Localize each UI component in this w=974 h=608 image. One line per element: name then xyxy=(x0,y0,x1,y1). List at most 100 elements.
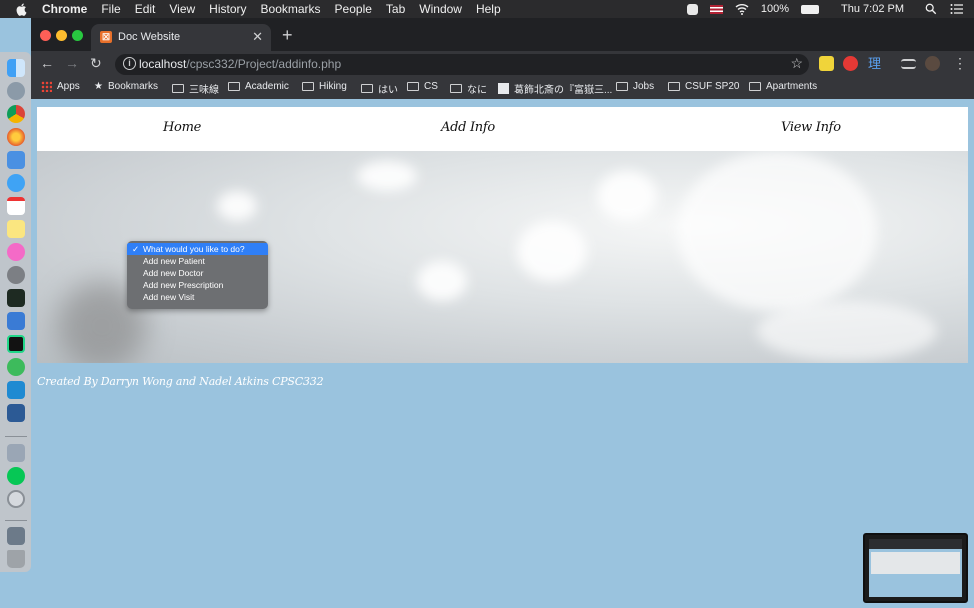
media-control-icon[interactable] xyxy=(901,59,916,69)
macos-menu-bar: Chrome File Edit View History Bookmarks … xyxy=(0,0,974,18)
disk-utility-icon[interactable] xyxy=(7,490,25,508)
dock xyxy=(0,52,31,572)
bookmark-folder[interactable]: CSUF SP20 xyxy=(668,81,739,92)
bookmark-folder[interactable]: Jobs xyxy=(616,81,654,92)
profile-avatar[interactable] xyxy=(925,56,940,71)
chrome-menu-icon[interactable]: ⋮ xyxy=(953,55,967,72)
vscode-icon[interactable] xyxy=(7,381,25,399)
zoom-window-button[interactable] xyxy=(72,30,83,41)
dropdown-option-patient[interactable]: Add new Patient xyxy=(127,255,268,267)
line-icon[interactable] xyxy=(7,467,25,485)
dropdown-option-prescription[interactable]: Add new Prescription xyxy=(127,279,268,291)
light-blob xyxy=(677,151,877,311)
bookmark-apps[interactable]: Apps xyxy=(41,81,80,92)
nav-view-info-link[interactable]: View Info xyxy=(781,120,841,135)
forward-button[interactable]: → xyxy=(65,55,79,71)
us-flag-icon[interactable] xyxy=(709,4,723,14)
clock[interactable]: Thu 7:02 PM xyxy=(841,3,904,15)
calendar-icon[interactable] xyxy=(7,197,25,215)
bookmark-folder[interactable]: Academic xyxy=(228,81,289,92)
menu-tab[interactable]: Tab xyxy=(386,2,405,16)
notes-icon[interactable] xyxy=(7,220,25,238)
dropdown-option-doctor[interactable]: Add new Doctor xyxy=(127,267,268,279)
menu-people[interactable]: People xyxy=(335,2,372,16)
url-text[interactable]: localhost/cpsc332/Project/addinfo.php xyxy=(139,57,341,71)
firefox-icon[interactable] xyxy=(7,128,25,146)
notification-center-icon[interactable] xyxy=(950,3,964,15)
virtualbox-icon[interactable] xyxy=(7,404,25,422)
menu-view[interactable]: View xyxy=(169,2,195,16)
menu-app-name[interactable]: Chrome xyxy=(42,2,87,16)
bookmark-folder[interactable]: Hiking xyxy=(302,81,347,92)
downloads-icon[interactable] xyxy=(7,527,25,545)
itunes-icon[interactable] xyxy=(7,243,25,261)
line-status-icon[interactable] xyxy=(686,3,698,15)
chrome-icon[interactable] xyxy=(7,105,25,123)
dock-separator xyxy=(5,436,27,437)
activity-monitor-icon[interactable] xyxy=(7,289,25,307)
browser-toolbar: ← → ↻ i localhost/cpsc332/Project/addinf… xyxy=(31,51,974,77)
xampp-favicon-icon: ☒ xyxy=(100,31,112,43)
footer-credits: Created By Darryn Wong and Nadel Atkins … xyxy=(37,375,324,388)
pycharm-icon[interactable] xyxy=(7,335,25,353)
system-preferences-icon[interactable] xyxy=(7,266,25,284)
extension-adblock-icon[interactable] xyxy=(843,56,858,71)
address-bar[interactable]: i localhost/cpsc332/Project/addinfo.php … xyxy=(115,54,809,75)
safari-icon[interactable] xyxy=(7,358,25,376)
reload-button[interactable]: ↻ xyxy=(90,55,102,72)
dock-separator xyxy=(5,520,27,521)
folder-icon xyxy=(668,82,680,91)
menu-extras: 100% Thu 7:02 PM xyxy=(686,0,964,18)
new-tab-button[interactable]: + xyxy=(282,25,293,46)
menu-history[interactable]: History xyxy=(209,2,246,16)
menu-bookmarks[interactable]: Bookmarks xyxy=(261,2,321,16)
menu-window[interactable]: Window xyxy=(419,2,462,16)
tab-close-icon[interactable]: ✕ xyxy=(252,29,263,45)
folder-icon xyxy=(616,82,628,91)
battery-percent: 100% xyxy=(760,3,790,15)
star-icon: ★ xyxy=(94,81,103,92)
folder-icon xyxy=(361,84,373,93)
finder-icon[interactable] xyxy=(7,59,25,77)
dropdown-option-selected[interactable]: ✓ What would you like to do? xyxy=(127,243,268,255)
messages-icon[interactable] xyxy=(7,174,25,192)
bookmark-hokusai[interactable]: 葛飾北斎の『富嶽三... xyxy=(498,81,612,96)
bookmark-folder[interactable]: なに xyxy=(450,81,487,96)
minimize-window-button[interactable] xyxy=(56,30,67,41)
folder-icon xyxy=(749,82,761,91)
bookmark-folder[interactable]: 三味線 xyxy=(172,81,219,96)
mail-icon[interactable] xyxy=(7,151,25,169)
bookmark-folder[interactable]: はい xyxy=(361,81,398,96)
screenshot-thumbnail[interactable] xyxy=(863,533,968,603)
nav-add-info-link[interactable]: Add Info xyxy=(441,120,495,135)
menu-edit[interactable]: Edit xyxy=(135,2,156,16)
menu-help[interactable]: Help xyxy=(476,2,501,16)
bookmark-folder[interactable]: CS xyxy=(407,81,438,92)
tab-doc-website[interactable]: ☒ Doc Website ✕ xyxy=(91,24,271,51)
extension-rikaikun-icon[interactable]: 理 xyxy=(867,56,882,71)
trash-icon[interactable] xyxy=(7,550,25,568)
bookmark-folder[interactable]: Apartments xyxy=(749,81,817,92)
apple-icon[interactable] xyxy=(14,2,30,16)
bookmark-star-icon[interactable]: ☆ xyxy=(790,55,803,72)
back-button[interactable]: ← xyxy=(40,55,54,71)
launchpad-icon[interactable] xyxy=(7,82,25,100)
nav-home-link[interactable]: Home xyxy=(163,120,201,135)
dropdown-option-visit[interactable]: Add new Visit xyxy=(127,291,268,303)
spotlight-search-icon[interactable] xyxy=(924,3,938,15)
folder-icon xyxy=(228,82,240,91)
xcode-icon[interactable] xyxy=(7,312,25,330)
battery-icon[interactable] xyxy=(801,4,820,14)
menu-file[interactable]: File xyxy=(101,2,120,16)
preview-icon[interactable] xyxy=(7,444,25,462)
action-select-dropdown[interactable]: ✓ What would you like to do? Add new Pat… xyxy=(127,241,268,309)
light-blob xyxy=(217,191,257,221)
wifi-icon[interactable] xyxy=(735,3,749,15)
page-favicon-icon xyxy=(498,83,509,94)
light-blob xyxy=(517,221,587,281)
bookmarks-bar: Apps ★ Bookmarks 三味線 Academic Hiking はい C… xyxy=(31,77,974,99)
site-info-icon[interactable]: i xyxy=(123,57,136,70)
bookmark-bookmarks[interactable]: ★ Bookmarks xyxy=(94,81,158,92)
extension-js-icon[interactable] xyxy=(819,56,834,71)
close-window-button[interactable] xyxy=(40,30,51,41)
